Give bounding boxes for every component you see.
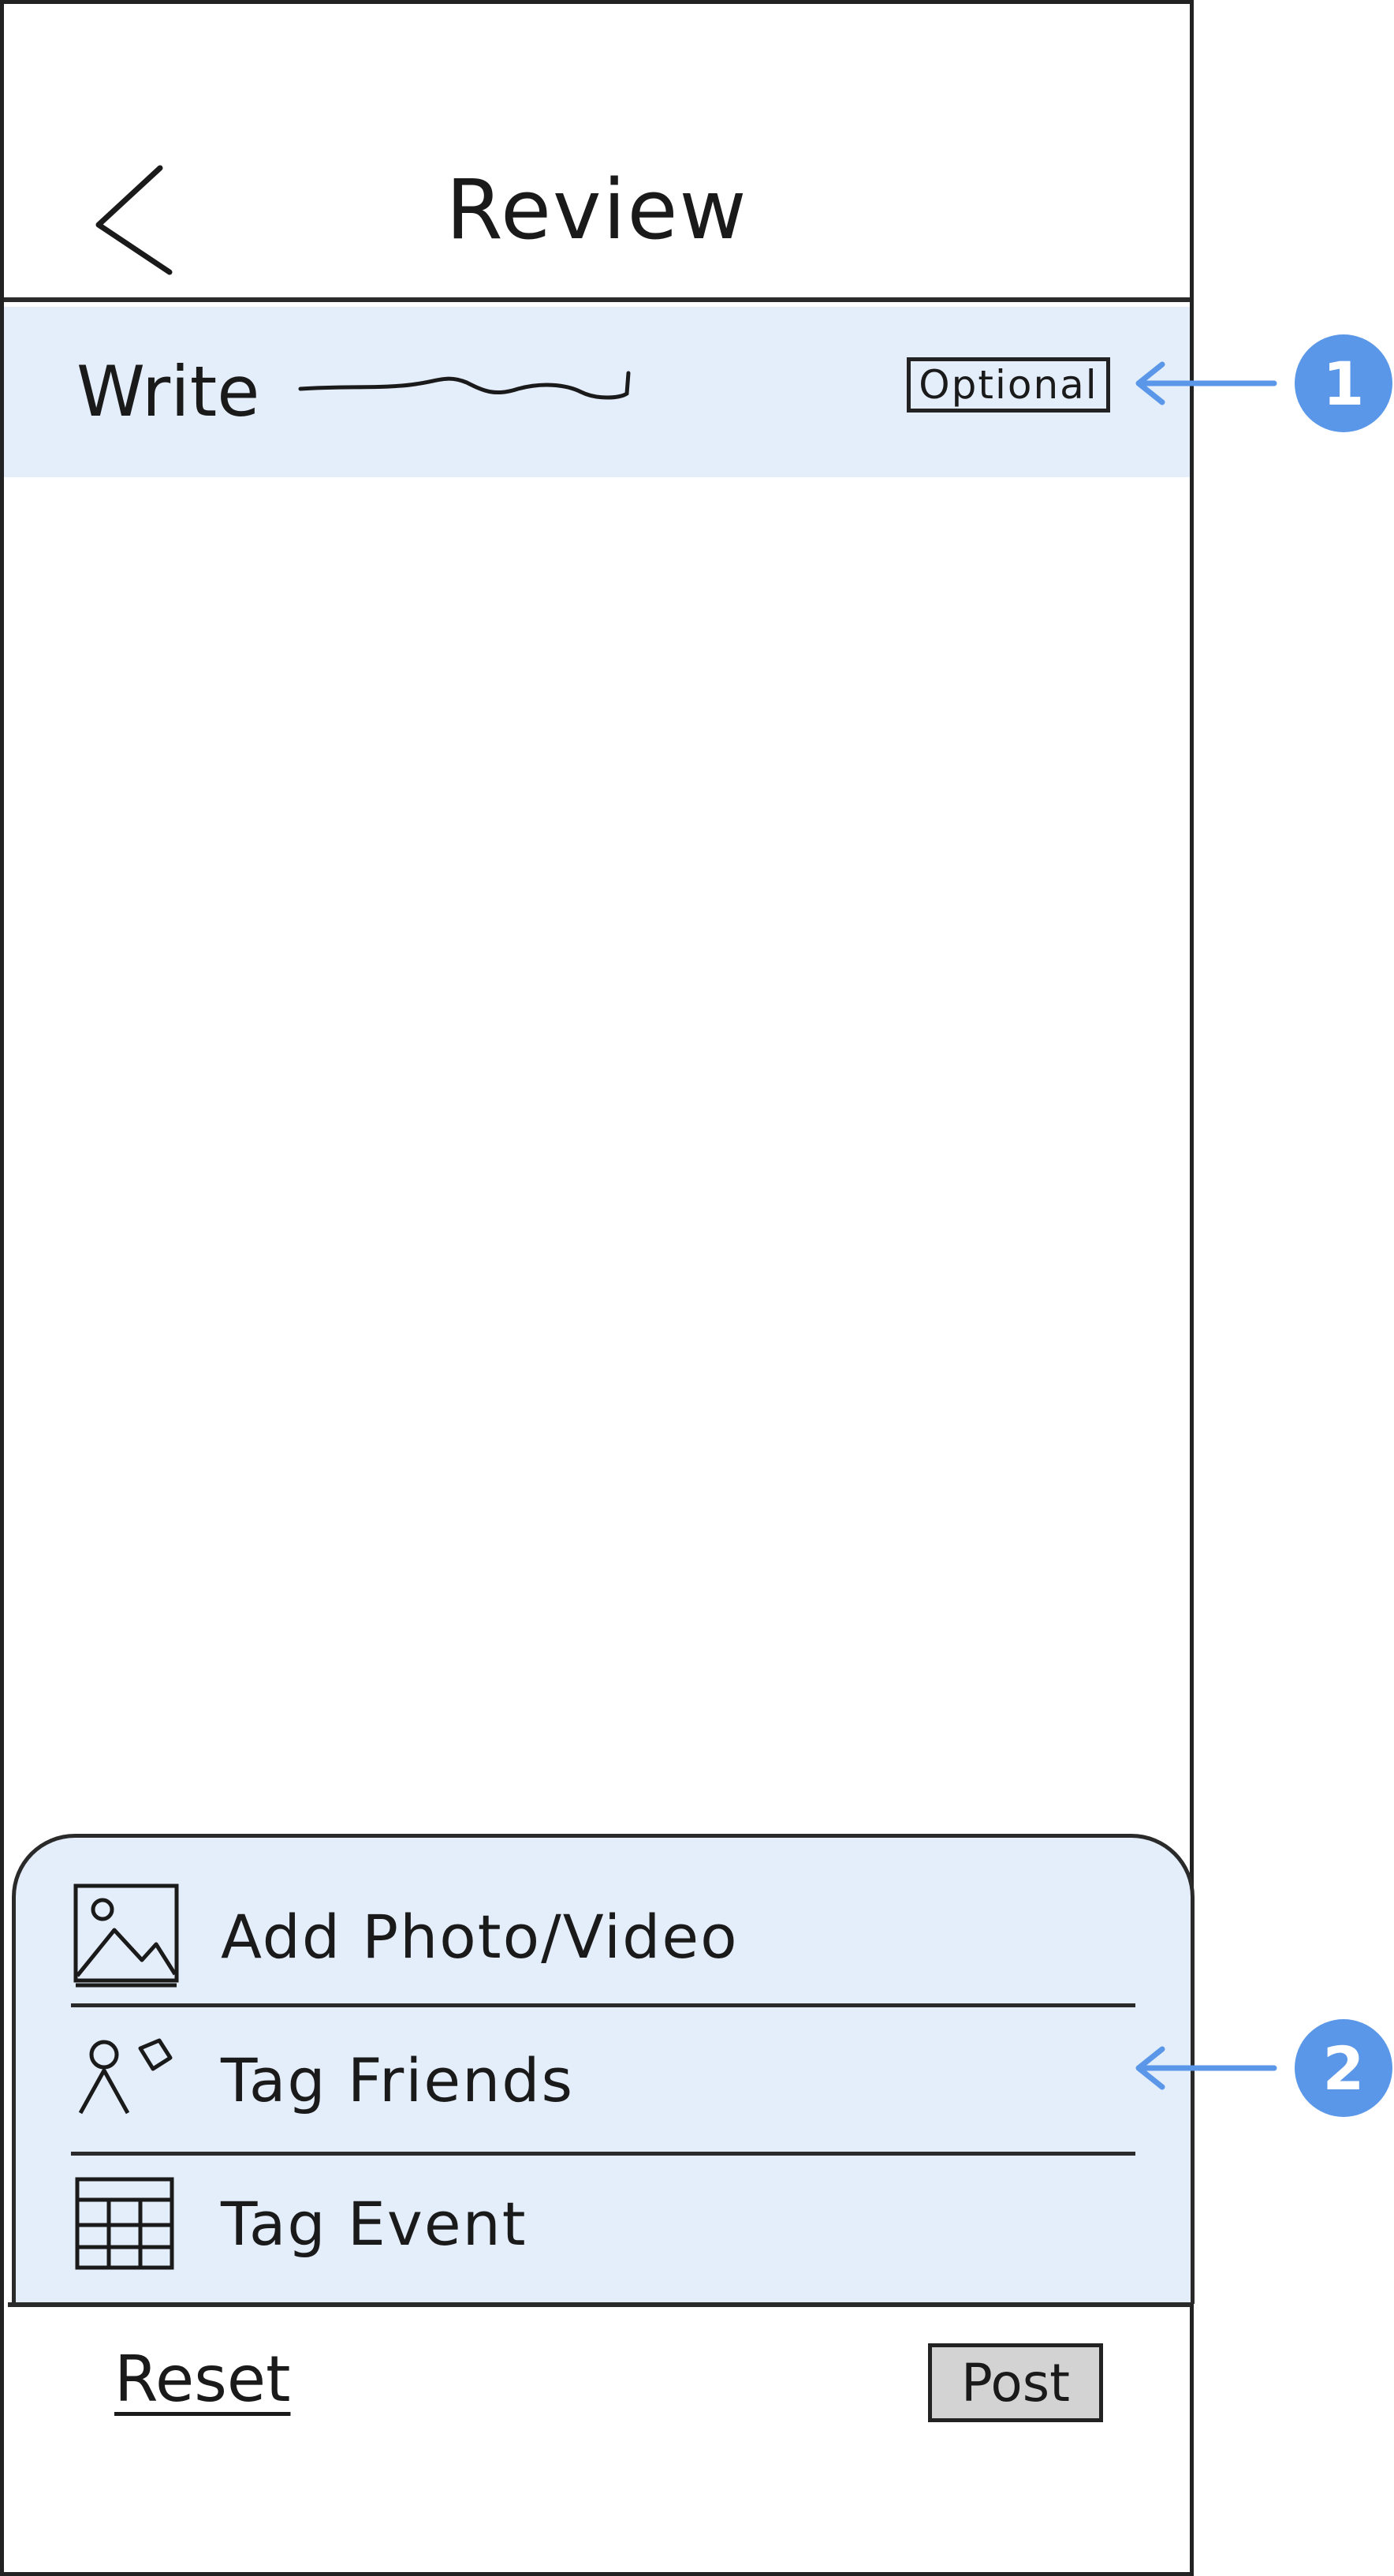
- tag-event-label: Tag Event: [221, 2188, 527, 2259]
- reset-button[interactable]: Reset: [114, 2343, 290, 2416]
- add-photo-video-label: Add Photo/Video: [221, 1901, 739, 1972]
- add-photo-video-option[interactable]: Add Photo/Video: [71, 1869, 1143, 2003]
- calendar-icon: [75, 2177, 174, 2270]
- callout-arrow-2: [1135, 2046, 1277, 2090]
- optional-badge: Optional: [907, 357, 1110, 413]
- review-text-area[interactable]: [4, 477, 1190, 1834]
- write-label: Write: [76, 351, 260, 432]
- callout-arrow-1: [1135, 361, 1277, 405]
- annotation-badge-2: 2: [1295, 2019, 1392, 2117]
- page-title: Review: [445, 162, 748, 258]
- annotation-badge-1: 1: [1295, 334, 1392, 432]
- image-icon: [73, 1883, 179, 1988]
- divider: [71, 2003, 1135, 2007]
- footer-divider: [8, 2302, 1191, 2307]
- divider: [71, 2152, 1135, 2156]
- tag-friends-label: Tag Friends: [221, 2044, 575, 2115]
- options-panel: Add Photo/Video Tag Friends Tag Event: [12, 1834, 1195, 2304]
- tag-person-icon: [78, 2038, 173, 2115]
- tag-friends-option[interactable]: Tag Friends: [71, 2013, 1143, 2147]
- header: Review: [4, 4, 1190, 302]
- tag-event-option[interactable]: Tag Event: [71, 2156, 1143, 2290]
- phone-frame: Review Write Optional Add Photo/Video Ta…: [0, 0, 1195, 2576]
- post-button[interactable]: Post: [928, 2343, 1103, 2422]
- placeholder-scribble: [298, 371, 631, 400]
